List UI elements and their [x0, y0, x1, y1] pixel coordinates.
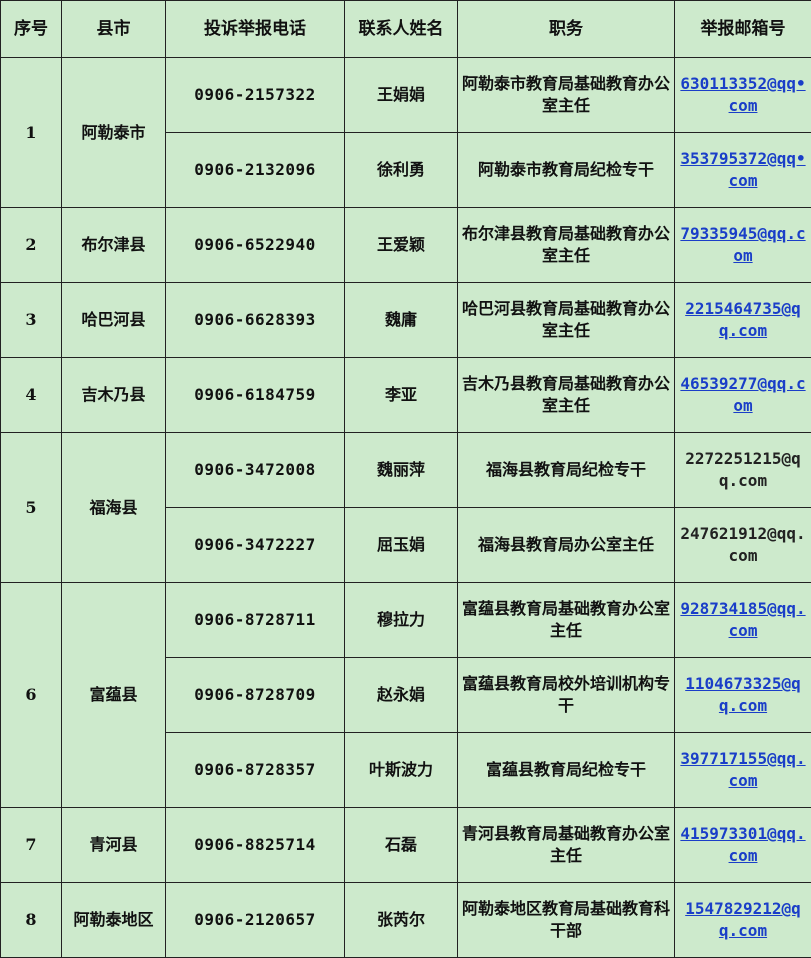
- row-contact: 李亚: [344, 357, 458, 433]
- row-phone: 0906-2120657: [165, 882, 345, 958]
- row-contact: 赵永娟: [344, 657, 458, 733]
- row-email-cell: 247621912@qq.com: [674, 507, 811, 583]
- header-email: 举报邮箱号: [674, 0, 811, 58]
- row-duty: 阿勒泰市教育局纪检专干: [457, 132, 675, 208]
- email-link[interactable]: 2215464735@qq.com: [685, 299, 801, 340]
- header-duty: 职务: [457, 0, 675, 58]
- row-county: 布尔津县: [61, 207, 166, 283]
- table-row: 2 布尔津县 0906-6522940 王爱颖 布尔津县教育局基础教育办公室主任…: [0, 207, 811, 283]
- row-email-cell: 46539277@qq.com: [674, 357, 811, 433]
- row-contact: 王娟娟: [344, 57, 458, 133]
- row-email-cell: 415973301@qq.com: [674, 807, 811, 883]
- header-county: 县市: [61, 0, 166, 58]
- row-county: 福海县: [61, 432, 166, 583]
- header-phone: 投诉举报电话: [165, 0, 345, 58]
- row-email-cell: 353795372@qq•com: [674, 132, 811, 208]
- email-link[interactable]: 1104673325@qq.com: [685, 674, 801, 715]
- row-phone: 0906-8728711: [165, 582, 345, 658]
- row-email-cell: 2272251215@qq.com: [674, 432, 811, 508]
- row-contact: 石磊: [344, 807, 458, 883]
- row-duty: 阿勒泰市教育局基础教育办公室主任: [457, 57, 675, 133]
- email-text: 247621912@qq.com: [680, 524, 806, 565]
- row-county: 吉木乃县: [61, 357, 166, 433]
- email-link[interactable]: 630113352@qq•com: [680, 74, 805, 115]
- row-phone: 0906-8825714: [165, 807, 345, 883]
- row-phone: 0906-6184759: [165, 357, 345, 433]
- row-contact: 张芮尔: [344, 882, 458, 958]
- row-email-cell: 79335945@qq.com: [674, 207, 811, 283]
- row-phone: 0906-6628393: [165, 282, 345, 358]
- table-row: 5 福海县 0906-3472008 魏丽萍 福海县教育局纪检专干 227225…: [0, 432, 811, 583]
- row-duty: 富蕴县教育局纪检专干: [457, 732, 675, 808]
- row-contact: 魏庸: [344, 282, 458, 358]
- table-row: 4 吉木乃县 0906-6184759 李亚 吉木乃县教育局基础教育办公室主任 …: [0, 357, 811, 433]
- row-index: 4: [0, 357, 62, 433]
- table-row: 6 富蕴县 0906-8728711 穆拉力 富蕴县教育局基础教育办公室主任 9…: [0, 582, 811, 808]
- row-county: 阿勒泰市: [61, 57, 166, 208]
- row-index: 3: [0, 282, 62, 358]
- row-phone: 0906-2157322: [165, 57, 345, 133]
- row-index: 2: [0, 207, 62, 283]
- row-email-cell: 630113352@qq•com: [674, 57, 811, 133]
- row-phone: 0906-8728357: [165, 732, 345, 808]
- table-row: 3 哈巴河县 0906-6628393 魏庸 哈巴河县教育局基础教育办公室主任 …: [0, 282, 811, 358]
- row-index: 5: [0, 432, 62, 583]
- row-email-cell: 1547829212@qq.com: [674, 882, 811, 958]
- row-county: 阿勒泰地区: [61, 882, 166, 958]
- row-contact: 穆拉力: [344, 582, 458, 658]
- row-email-cell: 928734185@qq.com: [674, 582, 811, 658]
- row-county: 富蕴县: [61, 582, 166, 808]
- row-county: 哈巴河县: [61, 282, 166, 358]
- table-row: 8 阿勒泰地区 0906-2120657 张芮尔 阿勒泰地区教育局基础教育科干部…: [0, 882, 811, 958]
- row-duty: 阿勒泰地区教育局基础教育科干部: [457, 882, 675, 958]
- table-row: 7 青河县 0906-8825714 石磊 青河县教育局基础教育办公室主任 41…: [0, 807, 811, 883]
- email-link[interactable]: 928734185@qq.com: [680, 599, 805, 640]
- row-duty: 哈巴河县教育局基础教育办公室主任: [457, 282, 675, 358]
- row-index: 7: [0, 807, 62, 883]
- row-index: 6: [0, 582, 62, 808]
- row-index: 1: [0, 57, 62, 208]
- row-email-cell: 2215464735@qq.com: [674, 282, 811, 358]
- email-link[interactable]: 46539277@qq.com: [680, 374, 805, 415]
- row-duty: 福海县教育局纪检专干: [457, 432, 675, 508]
- email-link[interactable]: 1547829212@qq.com: [685, 899, 801, 940]
- row-duty: 青河县教育局基础教育办公室主任: [457, 807, 675, 883]
- email-link[interactable]: 415973301@qq.com: [680, 824, 805, 865]
- row-duty: 吉木乃县教育局基础教育办公室主任: [457, 357, 675, 433]
- row-phone: 0906-3472008: [165, 432, 345, 508]
- header-row: 序号 县市 投诉举报电话 联系人姓名 职务 举报邮箱号: [0, 0, 811, 58]
- row-contact: 叶斯波力: [344, 732, 458, 808]
- row-contact: 王爱颖: [344, 207, 458, 283]
- row-contact: 徐利勇: [344, 132, 458, 208]
- complaint-contact-table: 序号 县市 投诉举报电话 联系人姓名 职务 举报邮箱号 1 阿勒泰市 0906-…: [0, 0, 811, 958]
- row-duty: 布尔津县教育局基础教育办公室主任: [457, 207, 675, 283]
- row-contact: 魏丽萍: [344, 432, 458, 508]
- row-county: 青河县: [61, 807, 166, 883]
- header-contact: 联系人姓名: [344, 0, 458, 58]
- row-contact: 屈玉娟: [344, 507, 458, 583]
- email-link[interactable]: 353795372@qq•com: [680, 149, 805, 190]
- header-index: 序号: [0, 0, 62, 58]
- row-duty: 福海县教育局办公室主任: [457, 507, 675, 583]
- email-link[interactable]: 79335945@qq.com: [680, 224, 805, 265]
- email-link[interactable]: 397717155@qq.com: [680, 749, 805, 790]
- row-phone: 0906-3472227: [165, 507, 345, 583]
- row-email-cell: 1104673325@qq.com: [674, 657, 811, 733]
- row-duty: 富蕴县教育局基础教育办公室主任: [457, 582, 675, 658]
- row-phone: 0906-8728709: [165, 657, 345, 733]
- row-duty: 富蕴县教育局校外培训机构专干: [457, 657, 675, 733]
- row-phone: 0906-2132096: [165, 132, 345, 208]
- row-index: 8: [0, 882, 62, 958]
- row-email-cell: 397717155@qq.com: [674, 732, 811, 808]
- email-text: 2272251215@qq.com: [685, 449, 801, 490]
- row-phone: 0906-6522940: [165, 207, 345, 283]
- table-row: 1 阿勒泰市 0906-2157322 王娟娟 阿勒泰市教育局基础教育办公室主任…: [0, 57, 811, 208]
